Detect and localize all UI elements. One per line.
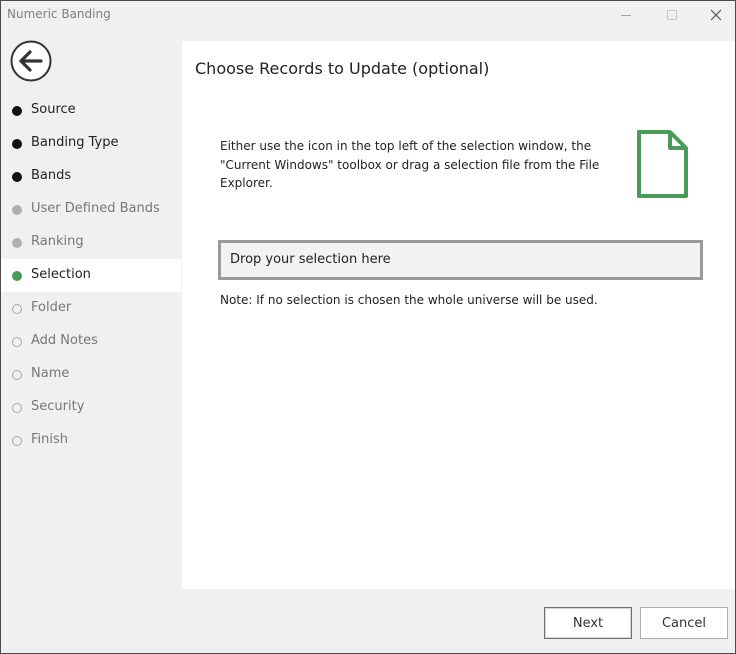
step-label: User Defined Bands <box>31 201 160 216</box>
step-label: Folder <box>31 300 72 315</box>
step-user-defined-bands[interactable]: User Defined Bands <box>1 193 181 226</box>
step-label: Bands <box>31 168 72 183</box>
minimize-icon <box>621 15 631 16</box>
wizard-steps: Source Banding Type Bands User Defined B… <box>1 94 181 457</box>
arrow-left-circle-icon <box>10 40 52 82</box>
wizard-sidebar: Source Banding Type Bands User Defined B… <box>1 29 181 589</box>
step-selection[interactable]: Selection <box>1 259 181 292</box>
step-label: Banding Type <box>31 135 119 150</box>
cancel-button[interactable]: Cancel <box>640 607 728 639</box>
step-security[interactable]: Security <box>1 391 181 424</box>
step-bands[interactable]: Bands <box>1 160 181 193</box>
step-dot <box>12 271 22 281</box>
back-button[interactable] <box>10 40 52 82</box>
close-icon <box>710 9 722 21</box>
wizard-footer: Next Cancel <box>1 589 735 653</box>
close-button[interactable] <box>693 1 735 29</box>
step-dot <box>12 436 22 446</box>
step-banding-type[interactable]: Banding Type <box>1 127 181 160</box>
title-bar: Numeric Banding <box>1 1 735 29</box>
step-dot <box>12 172 22 182</box>
drop-zone-label: Drop your selection here <box>230 252 391 267</box>
step-label: Selection <box>31 267 91 282</box>
wizard-window: Numeric Banding Source Banding Type Band… <box>0 0 736 654</box>
document-icon <box>633 129 691 201</box>
step-dot <box>12 337 22 347</box>
content-panel: Choose Records to Update (optional) Eith… <box>182 41 735 589</box>
selection-drop-zone[interactable]: Drop your selection here <box>218 240 703 280</box>
step-dot <box>12 403 22 413</box>
step-dot <box>12 304 22 314</box>
instructions-text: Either use the icon in the top left of t… <box>220 139 600 190</box>
step-dot <box>12 370 22 380</box>
step-dot <box>12 238 22 248</box>
step-label: Name <box>31 366 70 381</box>
maximize-button[interactable] <box>649 1 695 29</box>
step-label: Add Notes <box>31 333 98 348</box>
window-title: Numeric Banding <box>7 7 111 21</box>
step-label: Finish <box>31 432 69 447</box>
maximize-icon <box>667 10 677 20</box>
step-label: Security <box>31 399 85 414</box>
step-dot <box>12 139 22 149</box>
page-title: Choose Records to Update (optional) <box>195 59 490 78</box>
step-folder[interactable]: Folder <box>1 292 181 325</box>
step-ranking[interactable]: Ranking <box>1 226 181 259</box>
step-name[interactable]: Name <box>1 358 181 391</box>
next-button[interactable]: Next <box>544 607 632 639</box>
step-label: Source <box>31 102 76 117</box>
step-source[interactable]: Source <box>1 94 181 127</box>
step-dot <box>12 205 22 215</box>
step-label: Ranking <box>31 234 84 249</box>
minimize-button[interactable] <box>603 1 649 29</box>
step-dot <box>12 106 22 116</box>
step-finish[interactable]: Finish <box>1 424 181 457</box>
step-add-notes[interactable]: Add Notes <box>1 325 181 358</box>
note-text: Note: If no selection is chosen the whol… <box>220 293 598 307</box>
